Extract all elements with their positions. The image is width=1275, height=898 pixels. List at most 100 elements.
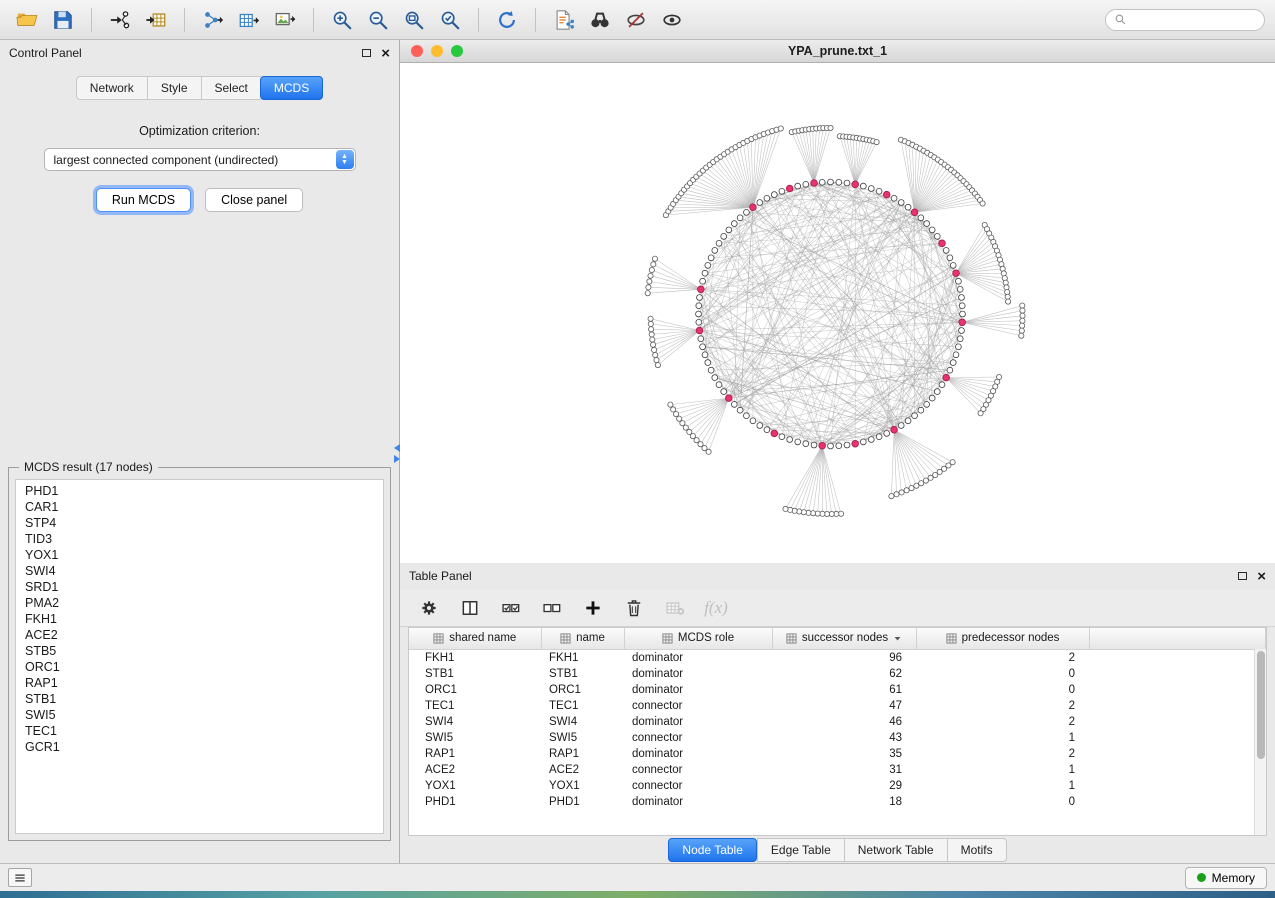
mcds-result-item[interactable]: CAR1	[25, 499, 374, 515]
splitter-handle[interactable]	[394, 444, 405, 463]
tab-style[interactable]: Style	[147, 76, 201, 100]
table-scrollbar[interactable]	[1254, 649, 1266, 835]
mcds-result-item[interactable]: STP4	[25, 515, 374, 531]
mcds-result-group: MCDS result (17 nodes) PHD1CAR1STP4TID3Y…	[8, 467, 391, 841]
column-header-successor-nodes[interactable]: successor nodes	[772, 628, 916, 649]
column-header-predecessor-nodes[interactable]: predecessor nodes	[916, 628, 1089, 649]
cell: dominator	[624, 649, 772, 666]
mcds-result-item[interactable]: STB1	[25, 691, 374, 707]
mcds-result-list[interactable]: PHD1CAR1STP4TID3YOX1SWI4SRD1PMA2FKH1ACE2…	[15, 479, 384, 834]
mcds-result-item[interactable]: TID3	[25, 531, 374, 547]
zoom-fit-button[interactable]	[397, 5, 431, 35]
mcds-result-item[interactable]: GCR1	[25, 739, 374, 755]
cell-filler	[1089, 666, 1266, 682]
share-document-button[interactable]	[547, 5, 581, 35]
control-panel-header: Control Panel ×	[0, 40, 399, 66]
run-mcds-button[interactable]: Run MCDS	[96, 188, 191, 212]
mcds-result-item[interactable]: SWI5	[25, 707, 374, 723]
refresh-button[interactable]	[490, 5, 524, 35]
search-field[interactable]	[1105, 9, 1265, 31]
export-network-button[interactable]	[196, 5, 230, 35]
toolbar-separator	[535, 8, 536, 32]
export-image-button[interactable]	[268, 5, 302, 35]
cell: 0	[916, 666, 1089, 682]
tab-motifs[interactable]: Motifs	[947, 838, 1007, 862]
cell: SWI4	[409, 714, 541, 730]
close-table-panel-icon[interactable]: ×	[1257, 569, 1266, 584]
delete-row-button[interactable]	[621, 595, 647, 621]
cell: RAP1	[409, 746, 541, 762]
traffic-light-minimize[interactable]	[431, 45, 443, 57]
show-graphics-button[interactable]	[655, 5, 689, 35]
table-row[interactable]: SWI4SWI4dominator462	[409, 714, 1266, 730]
toolbar-separator	[184, 8, 185, 32]
memory-button[interactable]: Memory	[1185, 867, 1267, 889]
tab-node-table[interactable]: Node Table	[668, 838, 757, 862]
column-layout-button[interactable]	[457, 595, 483, 621]
mcds-result-item[interactable]: PMA2	[25, 595, 374, 611]
table-row[interactable]: RAP1RAP1dominator352	[409, 746, 1266, 762]
import-network-button[interactable]	[103, 5, 137, 35]
mcds-result-item[interactable]: PHD1	[25, 483, 374, 499]
table-row[interactable]: YOX1YOX1connector291	[409, 778, 1266, 794]
save-button[interactable]	[46, 5, 80, 35]
open-folder-button[interactable]	[10, 5, 44, 35]
search-input[interactable]	[1132, 12, 1256, 28]
float-table-panel-icon[interactable]	[1238, 572, 1247, 580]
expand-right-icon[interactable]	[394, 455, 400, 463]
deselect-all-button[interactable]	[539, 595, 565, 621]
zoom-selected-button[interactable]	[433, 5, 467, 35]
search-network-button[interactable]	[583, 5, 617, 35]
tab-network-table[interactable]: Network Table	[844, 838, 947, 862]
close-panel-icon[interactable]: ×	[381, 46, 390, 61]
mcds-result-item[interactable]: SRD1	[25, 579, 374, 595]
export-table-button[interactable]	[232, 5, 266, 35]
close-panel-button[interactable]: Close panel	[205, 188, 303, 212]
control-panel-title: Control Panel	[9, 46, 82, 60]
zoom-in-button[interactable]	[325, 5, 359, 35]
toolbar-separator	[313, 8, 314, 32]
mcds-result-item[interactable]: ACE2	[25, 627, 374, 643]
table-row[interactable]: TEC1TEC1connector472	[409, 698, 1266, 714]
mcds-result-item[interactable]: SWI4	[25, 563, 374, 579]
mcds-result-item[interactable]: ORC1	[25, 659, 374, 675]
import-table-button[interactable]	[139, 5, 173, 35]
select-all-button[interactable]	[498, 595, 524, 621]
table-row[interactable]: ACE2ACE2connector311	[409, 762, 1266, 778]
tab-mcds[interactable]: MCDS	[260, 76, 323, 100]
cell: connector	[624, 778, 772, 794]
column-header-shared-name[interactable]: shared name	[409, 628, 541, 649]
mcds-result-item[interactable]: TEC1	[25, 723, 374, 739]
mcds-result-item[interactable]: FKH1	[25, 611, 374, 627]
tab-edge-table[interactable]: Edge Table	[757, 838, 844, 862]
status-menu-button[interactable]	[8, 868, 32, 887]
mcds-result-item[interactable]: RAP1	[25, 675, 374, 691]
network-graph[interactable]	[400, 63, 1275, 563]
clear-table-button[interactable]	[662, 595, 688, 621]
table-settings-button[interactable]	[416, 595, 442, 621]
collapse-left-icon[interactable]	[394, 444, 400, 452]
zoom-out-button[interactable]	[361, 5, 395, 35]
mcds-result-item[interactable]: STB5	[25, 643, 374, 659]
column-header-MCDS-role[interactable]: MCDS role	[624, 628, 772, 649]
criterion-dropdown[interactable]: largest connected component (undirected)…	[44, 148, 356, 171]
network-canvas[interactable]	[400, 63, 1275, 563]
function-button[interactable]: f(x)	[703, 595, 729, 621]
network-titlebar[interactable]: YPA_prune.txt_1	[400, 40, 1275, 63]
tab-network[interactable]: Network	[76, 76, 147, 100]
add-row-button[interactable]	[580, 595, 606, 621]
traffic-light-zoom[interactable]	[451, 45, 463, 57]
traffic-light-close[interactable]	[411, 45, 423, 57]
cell: 2	[916, 714, 1089, 730]
table-row[interactable]: FKH1FKH1dominator962	[409, 649, 1266, 666]
mcds-result-item[interactable]: YOX1	[25, 547, 374, 563]
table-row[interactable]: SWI5SWI5connector431	[409, 730, 1266, 746]
table-row[interactable]: PHD1PHD1dominator180	[409, 794, 1266, 810]
hide-graphics-button[interactable]	[619, 5, 653, 35]
column-header-name[interactable]: name	[541, 628, 624, 649]
table-row[interactable]: ORC1ORC1dominator610	[409, 682, 1266, 698]
table-row[interactable]: STB1STB1dominator620	[409, 666, 1266, 682]
tab-select[interactable]: Select	[201, 76, 261, 100]
table-scrollbar-thumb[interactable]	[1257, 651, 1265, 759]
float-panel-icon[interactable]	[362, 49, 371, 57]
